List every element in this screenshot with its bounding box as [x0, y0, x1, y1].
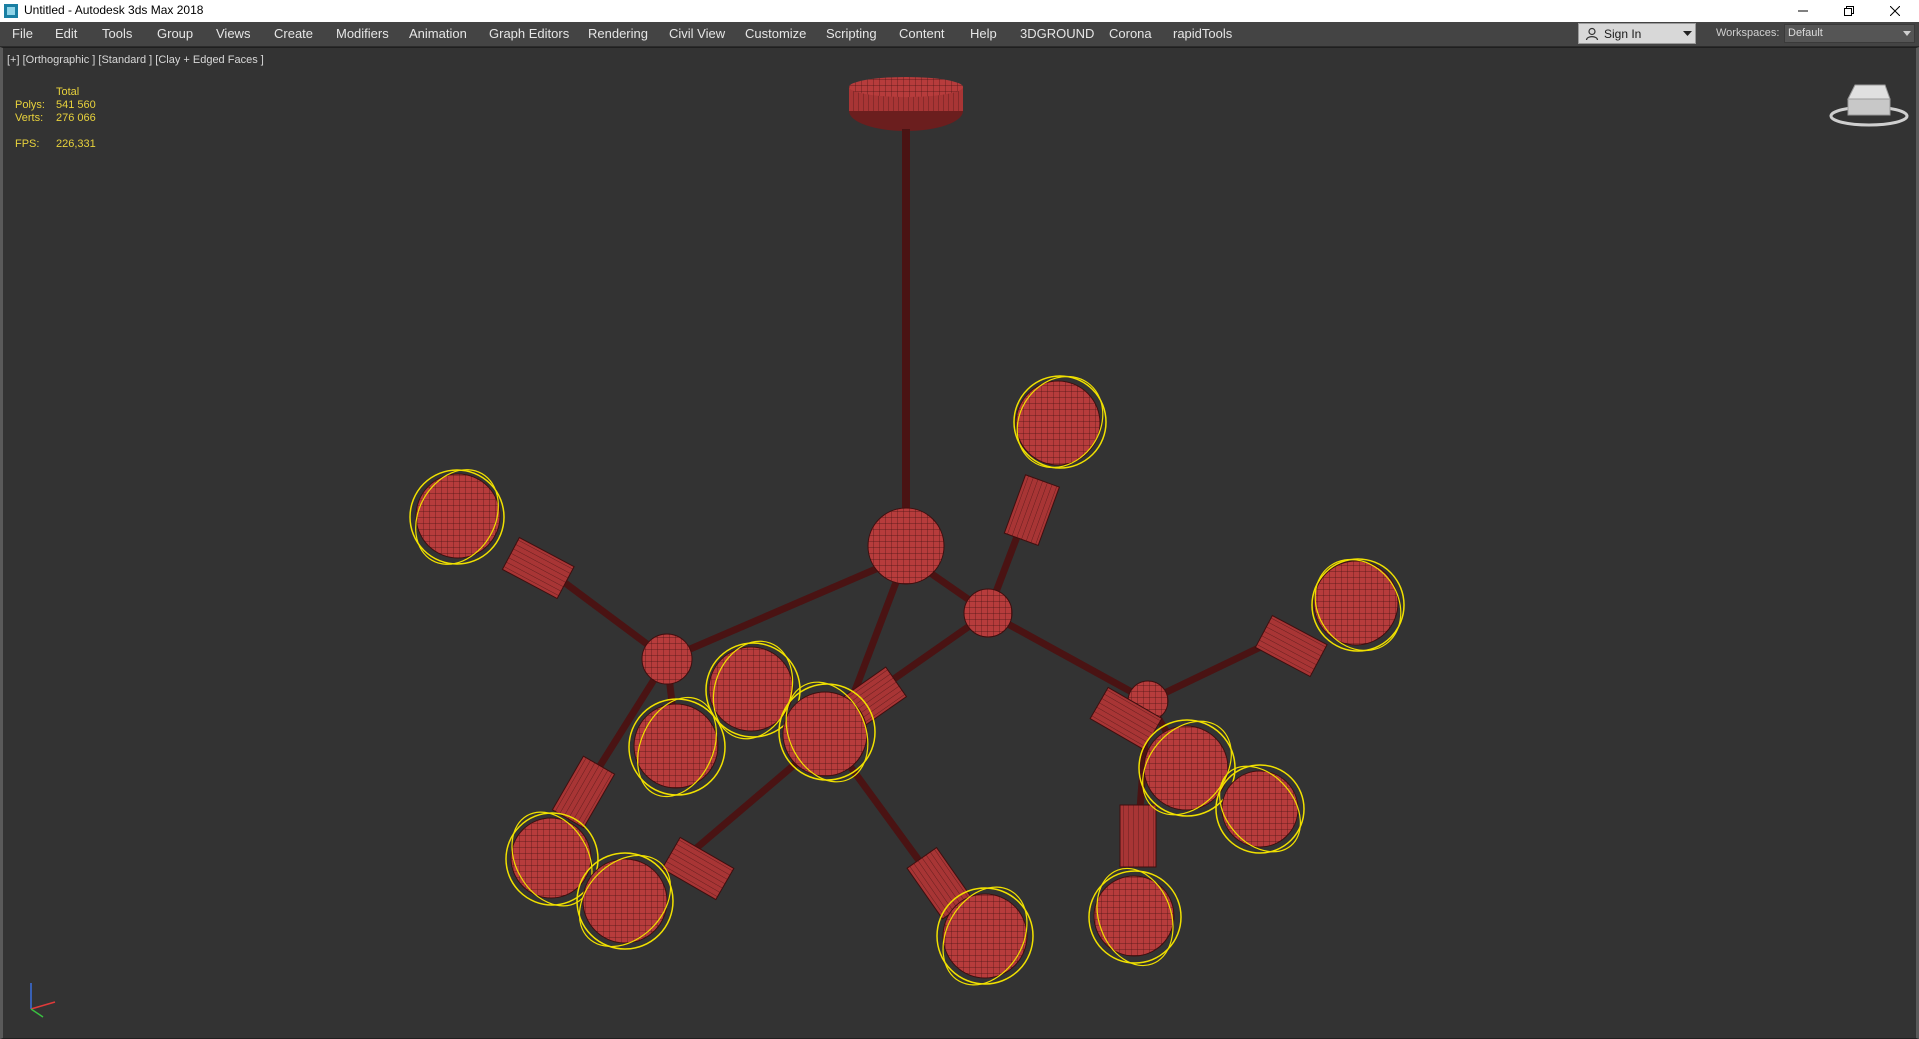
minimize-button[interactable] [1780, 0, 1826, 22]
menu-corona[interactable]: Corona [1109, 26, 1152, 41]
chevron-down-icon [1903, 31, 1911, 36]
menu-group[interactable]: Group [157, 26, 193, 41]
restore-icon [1844, 6, 1854, 16]
center-rod [902, 129, 910, 509]
window-title: Untitled - Autodesk 3ds Max 2018 [24, 3, 204, 17]
workspaces-select[interactable]: Default [1784, 24, 1915, 43]
menu-modifiers[interactable]: Modifiers [336, 26, 389, 41]
ceiling-canopy [849, 77, 963, 131]
menu-file[interactable]: File [12, 26, 33, 41]
menu-create[interactable]: Create [274, 26, 313, 41]
chandelier-model[interactable] [3, 48, 1916, 1038]
user-icon [1585, 27, 1599, 41]
menu-rendering[interactable]: Rendering [588, 26, 648, 41]
title-bar: Untitled - Autodesk 3ds Max 2018 [0, 0, 1919, 22]
workspaces-label: Workspaces: [1716, 27, 1780, 39]
menu-animation[interactable]: Animation [409, 26, 467, 41]
bulb-1[interactable] [1000, 360, 1121, 485]
menu-help[interactable]: Help [970, 26, 997, 41]
viewport-orthographic[interactable]: [+] [Orthographic ] [Standard ] [Clay + … [0, 47, 1919, 1039]
menu-3dground[interactable]: 3DGROUND [1020, 26, 1094, 41]
restore-button[interactable] [1826, 0, 1872, 22]
viewcube-icon[interactable] [1829, 84, 1909, 127]
minimize-icon [1798, 10, 1808, 12]
menu-rapidtools[interactable]: rapidTools [1173, 26, 1232, 41]
chevron-down-icon [1683, 31, 1692, 36]
sign-in-label: Sign In [1604, 27, 1642, 41]
bulb-12[interactable] [1084, 858, 1186, 977]
3ds-max-icon [4, 4, 18, 18]
axis-tripod-icon [30, 983, 56, 1018]
menu-graph-editors[interactable]: Graph Editors [489, 26, 569, 41]
close-icon [1890, 6, 1900, 16]
menu-civil-view[interactable]: Civil View [669, 26, 725, 41]
sign-in-dropdown[interactable]: Sign In [1578, 23, 1696, 44]
menu-edit[interactable]: Edit [55, 26, 77, 41]
menu-views[interactable]: Views [216, 26, 250, 41]
menu-customize[interactable]: Customize [745, 26, 806, 41]
menu-tools[interactable]: Tools [102, 26, 132, 41]
menu-scripting[interactable]: Scripting [826, 26, 877, 41]
bulb-2[interactable] [399, 455, 515, 580]
close-button[interactable] [1872, 0, 1918, 22]
menu-content[interactable]: Content [899, 26, 945, 41]
workspace-value: Default [1788, 27, 1823, 39]
